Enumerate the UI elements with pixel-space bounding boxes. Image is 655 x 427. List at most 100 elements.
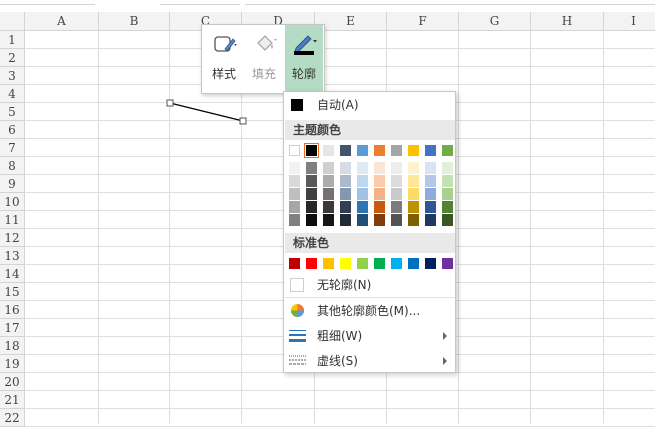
theme-shade-swatch[interactable]	[306, 188, 317, 200]
line-shape-stroke[interactable]	[169, 102, 244, 122]
theme-shade-swatch[interactable]	[289, 188, 300, 200]
theme-shade-swatch[interactable]	[374, 201, 385, 213]
theme-shade-swatch[interactable]	[289, 162, 300, 174]
standard-color-swatch[interactable]	[442, 258, 453, 269]
theme-shade-swatch[interactable]	[323, 201, 334, 213]
theme-shade-swatch[interactable]	[442, 162, 453, 174]
theme-shade-swatch[interactable]	[289, 201, 300, 213]
dashes-label: 虚线(S)	[317, 354, 358, 368]
theme-shade-swatch[interactable]	[289, 175, 300, 187]
theme-shade-swatch[interactable]	[442, 201, 453, 213]
theme-shade-swatch[interactable]	[374, 175, 385, 187]
theme-shade-swatch[interactable]	[442, 188, 453, 200]
theme-shade-swatch[interactable]	[391, 214, 402, 226]
no-outline-item[interactable]: 无轮廓(N)	[284, 273, 455, 297]
theme-shade-swatch[interactable]	[408, 201, 419, 213]
theme-shade-swatch[interactable]	[323, 162, 334, 174]
theme-shade-swatch[interactable]	[391, 162, 402, 174]
standard-color-swatch[interactable]	[425, 258, 436, 269]
standard-color-swatch[interactable]	[340, 258, 351, 269]
style-label: 样式	[211, 67, 236, 81]
theme-color-swatch[interactable]	[289, 145, 300, 156]
shape-style-icon	[214, 36, 237, 52]
theme-shade-swatch[interactable]	[306, 201, 317, 213]
theme-shade-swatch[interactable]	[340, 175, 351, 187]
theme-shade-swatch[interactable]	[357, 175, 368, 187]
line-start-handle[interactable]	[166, 99, 174, 107]
theme-shade-swatch[interactable]	[442, 175, 453, 187]
outline-color-menu: 自动(A) 主题颜色 标准色 无轮廓(N) 其他轮廓颜色(M)... 粗细(W)	[283, 91, 456, 373]
theme-shade-swatch[interactable]	[357, 188, 368, 200]
theme-shade-swatch[interactable]	[374, 214, 385, 226]
style-button[interactable]: 样式	[205, 25, 243, 93]
standard-color-swatch[interactable]	[323, 258, 334, 269]
theme-shade-swatch[interactable]	[425, 162, 436, 174]
mini-toolbar: 样式 填充 轮廓	[201, 24, 325, 94]
theme-shade-swatch[interactable]	[442, 214, 453, 226]
theme-color-swatch[interactable]	[374, 145, 385, 156]
theme-color-swatch[interactable]	[304, 143, 319, 158]
theme-shade-swatch[interactable]	[306, 214, 317, 226]
fill-label: 填充	[251, 67, 276, 81]
auto-color-label: 自动(A)	[317, 98, 359, 112]
theme-shade-swatch[interactable]	[306, 175, 317, 187]
more-colors-label: 其他轮廓颜色(M)...	[317, 304, 421, 318]
line-weight-icon	[289, 330, 306, 342]
theme-shade-swatch[interactable]	[357, 214, 368, 226]
theme-shade-swatch[interactable]	[289, 214, 300, 226]
theme-shade-swatch[interactable]	[425, 188, 436, 200]
theme-shade-swatch[interactable]	[340, 214, 351, 226]
theme-shade-swatch[interactable]	[425, 175, 436, 187]
theme-color-swatch[interactable]	[391, 145, 402, 156]
theme-shade-swatch[interactable]	[340, 188, 351, 200]
theme-color-swatch[interactable]	[425, 145, 436, 156]
theme-shade-swatch[interactable]	[323, 214, 334, 226]
theme-shade-swatch[interactable]	[425, 214, 436, 226]
theme-shade-swatch[interactable]	[323, 175, 334, 187]
standard-color-swatch[interactable]	[289, 258, 300, 269]
submenu-arrow-icon	[443, 357, 447, 365]
theme-shade-swatch[interactable]	[425, 201, 436, 213]
theme-shade-swatch[interactable]	[408, 175, 419, 187]
standard-color-swatch[interactable]	[391, 258, 402, 269]
theme-shade-swatch[interactable]	[408, 214, 419, 226]
theme-shade-swatch[interactable]	[323, 188, 334, 200]
theme-shade-swatch[interactable]	[391, 201, 402, 213]
theme-shade-swatch[interactable]	[408, 188, 419, 200]
menu-separator	[285, 297, 455, 298]
theme-shade-swatch[interactable]	[340, 201, 351, 213]
theme-shade-swatch[interactable]	[374, 188, 385, 200]
dashes-item[interactable]: 虚线(S)	[284, 349, 455, 373]
line-end-handle[interactable]	[239, 117, 247, 125]
no-outline-label: 无轮廓(N)	[317, 278, 372, 292]
theme-shade-swatch[interactable]	[408, 162, 419, 174]
theme-shade-swatch[interactable]	[357, 162, 368, 174]
theme-shade-swatch[interactable]	[391, 188, 402, 200]
standard-color-swatch[interactable]	[408, 258, 419, 269]
outline-button[interactable]: 轮廓	[285, 25, 323, 93]
theme-shade-swatch[interactable]	[391, 175, 402, 187]
theme-color-swatch[interactable]	[442, 145, 453, 156]
pen-outline-icon	[294, 35, 317, 55]
theme-shade-swatch[interactable]	[340, 162, 351, 174]
theme-color-swatch[interactable]	[408, 145, 419, 156]
theme-color-swatch[interactable]	[357, 145, 368, 156]
standard-colors-label: 标准色	[293, 236, 330, 250]
paint-bucket-icon	[257, 35, 277, 51]
standard-color-swatch[interactable]	[306, 258, 317, 269]
theme-colors-header: 主题颜色	[285, 120, 455, 140]
theme-color-swatch[interactable]	[340, 145, 351, 156]
theme-shade-swatch[interactable]	[306, 162, 317, 174]
theme-shade-swatch[interactable]	[374, 162, 385, 174]
more-colors-item[interactable]: 其他轮廓颜色(M)...	[284, 299, 455, 323]
standard-color-swatch[interactable]	[357, 258, 368, 269]
theme-shade-swatch[interactable]	[357, 201, 368, 213]
theme-color-swatch[interactable]	[323, 145, 334, 156]
standard-color-swatch[interactable]	[374, 258, 385, 269]
auto-color-item[interactable]: 自动(A)	[284, 93, 455, 117]
dash-style-icon	[289, 355, 306, 365]
outline-label: 轮廓	[291, 67, 316, 81]
weight-item[interactable]: 粗细(W)	[284, 324, 455, 348]
fill-button[interactable]: 填充	[245, 25, 283, 93]
color-wheel-icon	[290, 303, 305, 318]
